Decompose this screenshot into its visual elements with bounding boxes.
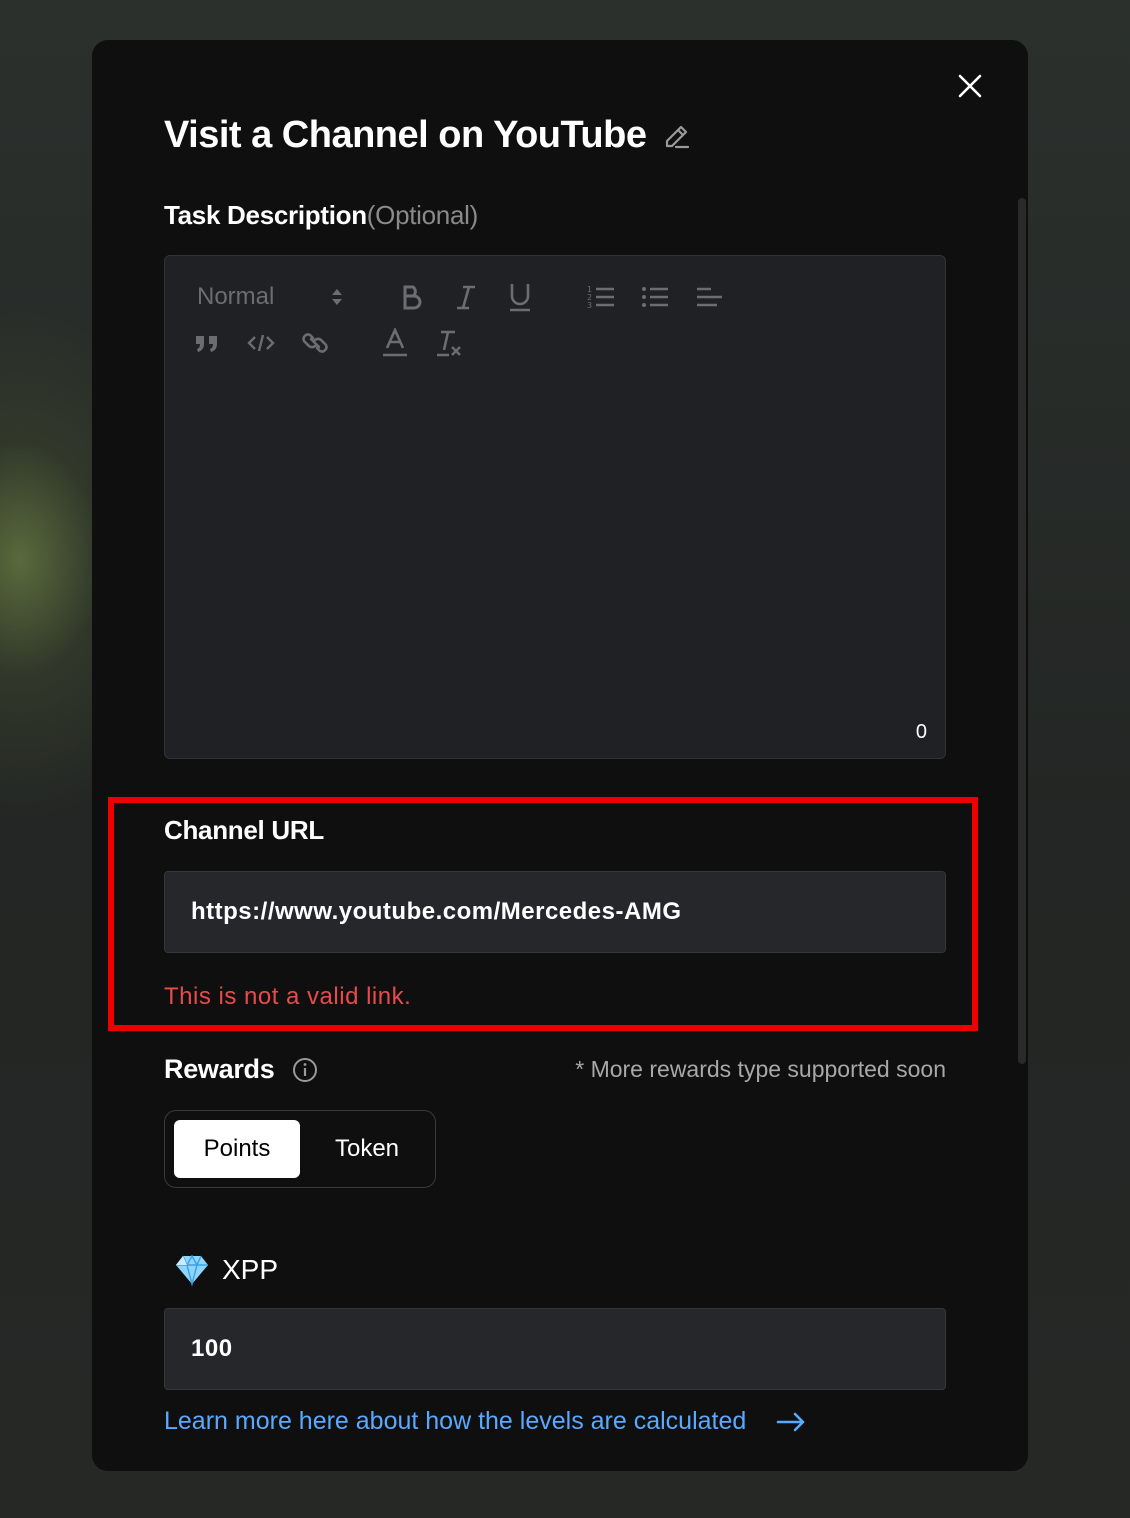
link-icon [302, 333, 328, 353]
channel-url-input[interactable]: https://www.youtube.com/Mercedes-AMG [164, 871, 946, 953]
format-select-value: Normal [197, 283, 275, 310]
url-error-message: This is not a valid link. [164, 983, 412, 1010]
quote-icon [196, 336, 217, 352]
align-button[interactable] [693, 280, 725, 314]
pencil-icon [666, 125, 690, 148]
reward-type-toggle: Points Token [164, 1110, 436, 1188]
rewards-label: Rewards [164, 1054, 275, 1084]
edit-title-button[interactable] [662, 121, 692, 151]
blockquote-button[interactable] [191, 326, 223, 360]
channel-url-label: Channel URL [164, 815, 324, 845]
description-editor[interactable]: Normal 1 2 3 0 [164, 255, 946, 759]
clear-format-icon [437, 330, 461, 357]
rewards-note: * More rewards type supported soon [575, 1056, 946, 1082]
task-modal: Visit a Channel on YouTube Task Descript… [92, 40, 1028, 1471]
learn-more-text: Learn more here about how the levels are… [164, 1407, 747, 1435]
code-icon [247, 334, 275, 352]
xpp-label: XPP [222, 1254, 279, 1285]
xpp-amount-input[interactable]: 100 [164, 1308, 946, 1390]
align-left-icon [697, 287, 722, 307]
format-select[interactable]: Normal [197, 280, 357, 314]
svg-text:3: 3 [587, 301, 592, 310]
bullet-list-icon [642, 287, 668, 307]
points-tab[interactable]: Points [174, 1120, 300, 1178]
select-arrows-icon [332, 289, 343, 305]
optional-tag: (Optional) [366, 200, 478, 230]
bold-icon [403, 285, 422, 310]
code-button[interactable] [245, 326, 277, 360]
close-button[interactable] [954, 70, 986, 102]
italic-icon [457, 285, 475, 310]
arrow-right-icon [777, 1412, 805, 1431]
page-title: Visit a Channel on YouTube [164, 114, 647, 156]
close-icon [958, 74, 982, 98]
token-tab[interactable]: Token [308, 1120, 426, 1178]
ordered-list-icon: 1 2 3 [587, 285, 614, 310]
italic-button[interactable] [451, 280, 481, 314]
learn-more-link[interactable]: Learn more here about how the levels are… [164, 1407, 806, 1436]
bullet-list-button[interactable] [639, 280, 671, 314]
title-row: Visit a Channel on YouTube [164, 114, 692, 157]
underline-button[interactable] [505, 278, 535, 316]
link-button[interactable] [299, 326, 331, 360]
info-button[interactable] [292, 1057, 318, 1083]
xpp-amount-value: 100 [191, 1335, 233, 1362]
channel-url-value: https://www.youtube.com/Mercedes-AMG [191, 898, 682, 925]
underline-icon [510, 284, 530, 312]
diamond-icon [176, 1254, 208, 1286]
xpp-label-row: XPP [174, 1254, 278, 1286]
scrollbar[interactable] [1018, 198, 1026, 1064]
text-color-icon [383, 328, 407, 357]
info-icon [293, 1057, 318, 1082]
clear-format-button[interactable] [433, 324, 465, 362]
text-color-button[interactable] [379, 324, 411, 362]
description-label: Task Description(Optional) [164, 200, 478, 231]
description-label-text: Task Description [164, 200, 367, 230]
bold-button[interactable] [397, 280, 427, 314]
ordered-list-button[interactable]: 1 2 3 [585, 280, 617, 314]
char-count: 0 [915, 721, 927, 743]
rewards-row: Rewards * More rewards type supported so… [164, 1054, 946, 1085]
